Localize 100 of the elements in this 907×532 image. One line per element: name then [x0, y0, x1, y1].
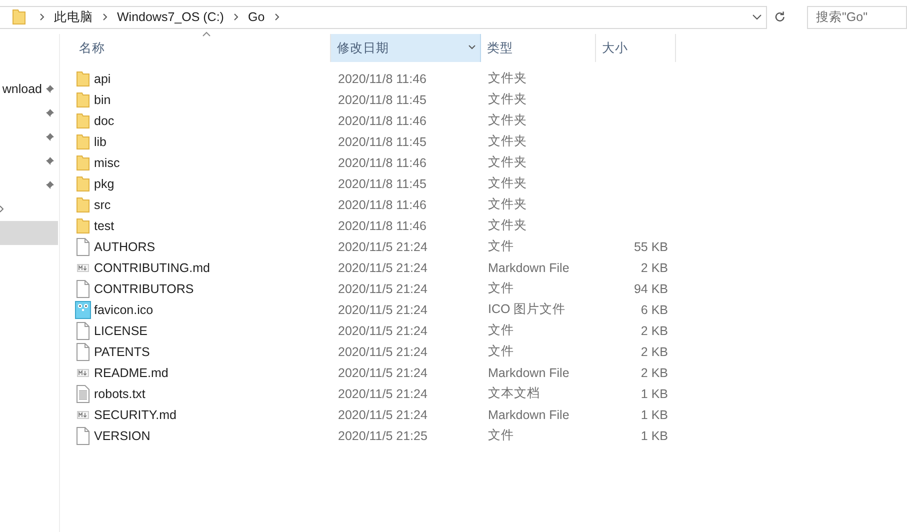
- folder-icon: [76, 112, 90, 128]
- modified-date: 2020/11/5 21:25: [337, 428, 428, 442]
- sort-caret-icon: [202, 31, 210, 37]
- file-size: 1 KB: [640, 386, 669, 400]
- folder-icon: [76, 70, 90, 86]
- file-type: 文件夹: [487, 70, 528, 87]
- modified-date: 2020/11/5 21:24: [337, 240, 428, 254]
- file-type: Markdown File: [487, 260, 570, 274]
- file-name[interactable]: robots.txt: [94, 386, 146, 400]
- modified-date: 2020/11/5 21:24: [337, 302, 428, 316]
- chevron-right-icon[interactable]: [232, 13, 240, 21]
- file-name[interactable]: pkg: [94, 176, 114, 190]
- file-name[interactable]: AUTHORS: [94, 240, 156, 254]
- pin-icon[interactable]: [45, 84, 55, 94]
- pin-icon[interactable]: [45, 132, 55, 142]
- file-size: 6 KB: [640, 302, 669, 316]
- file-name[interactable]: src: [94, 198, 111, 212]
- address-bar[interactable]: 此电脑 Windows7_OS (C:) Go: [0, 6, 768, 28]
- file-size: 2 KB: [640, 260, 669, 274]
- text-file-icon: [76, 384, 90, 402]
- refresh-icon[interactable]: [773, 10, 787, 24]
- file-type: 文本文档: [487, 385, 541, 402]
- modified-date: 2020/11/8 11:46: [337, 114, 428, 128]
- file-icon: [76, 342, 90, 360]
- file-name[interactable]: api: [94, 72, 111, 86]
- file-type: 文件: [487, 280, 515, 297]
- modified-date: 2020/11/8 11:45: [337, 134, 428, 148]
- modified-date: 2020/11/8 11:46: [337, 218, 428, 232]
- file-name[interactable]: test: [94, 218, 114, 232]
- file-name[interactable]: misc: [94, 156, 120, 170]
- folder-icon: [76, 196, 90, 212]
- file-name[interactable]: doc: [94, 114, 114, 128]
- modified-date: 2020/11/8 11:46: [337, 72, 428, 86]
- file-type: 文件夹: [487, 91, 528, 108]
- modified-date: 2020/11/5 21:24: [337, 324, 428, 338]
- file-size: 1 KB: [640, 408, 669, 422]
- sidebar-item[interactable]: wnload: [0, 77, 59, 101]
- file-type: 文件: [487, 238, 515, 255]
- chevron-right-icon[interactable]: [101, 13, 109, 21]
- modified-date: 2020/11/5 21:24: [337, 366, 428, 380]
- file-name[interactable]: lib: [94, 134, 107, 148]
- modified-date: 2020/11/5 21:24: [337, 282, 428, 296]
- modified-date: 2020/11/5 21:24: [337, 408, 428, 422]
- dropdown-chevron-icon[interactable]: [751, 13, 764, 21]
- chevron-right-icon[interactable]: [0, 205, 6, 213]
- markdown-file-icon: [77, 264, 89, 272]
- chevron-right-icon[interactable]: [272, 13, 281, 21]
- column-header[interactable]: 大小: [596, 34, 676, 62]
- file-name[interactable]: README.md: [94, 366, 168, 380]
- dropdown-chevron-icon[interactable]: [468, 44, 476, 50]
- column-header[interactable]: 类型: [481, 34, 596, 62]
- file-type: 文件夹: [487, 217, 528, 234]
- search-field[interactable]: 搜索"Go": [807, 6, 907, 28]
- file-size: 2 KB: [640, 344, 669, 358]
- file-type: 文件夹: [487, 196, 528, 213]
- breadcrumb-segment[interactable]: 此电脑: [50, 8, 97, 26]
- pin-icon[interactable]: [45, 156, 55, 166]
- pin-icon[interactable]: [45, 108, 55, 118]
- breadcrumb-segment[interactable]: Go: [244, 10, 269, 24]
- folder-icon: [76, 92, 90, 108]
- file-type: 文件夹: [487, 133, 528, 150]
- pin-icon[interactable]: [45, 180, 55, 190]
- file-type: 文件夹: [487, 112, 528, 129]
- modified-date: 2020/11/8 11:45: [337, 176, 428, 190]
- file-size: 1 KB: [640, 428, 669, 442]
- file-name[interactable]: VERSION: [94, 428, 150, 442]
- modified-date: 2020/11/8 11:46: [337, 156, 428, 170]
- file-name[interactable]: LICENSE: [94, 324, 148, 338]
- file-type: ICO 图片文件: [487, 301, 567, 318]
- file-icon: [76, 426, 90, 444]
- folder-icon: [12, 9, 26, 25]
- markdown-file-icon: [77, 368, 89, 376]
- file-size: 55 KB: [632, 240, 669, 254]
- file-type: 文件夹: [487, 154, 528, 171]
- chevron-right-icon[interactable]: [38, 13, 46, 21]
- file-type: Markdown File: [487, 366, 570, 380]
- folder-icon: [76, 134, 90, 150]
- file-name[interactable]: PATENTS: [94, 344, 150, 358]
- file-name[interactable]: bin: [94, 92, 111, 106]
- file-icon: [76, 280, 90, 298]
- file-name[interactable]: CONTRIBUTING.md: [94, 260, 210, 274]
- modified-date: 2020/11/5 21:24: [337, 386, 428, 400]
- file-size: 94 KB: [632, 282, 669, 296]
- file-size: 2 KB: [640, 366, 669, 380]
- modified-date: 2020/11/5 21:24: [337, 344, 428, 358]
- modified-date: 2020/11/8 11:46: [337, 198, 428, 212]
- folder-icon: [76, 176, 90, 192]
- folder-icon: [76, 154, 90, 170]
- breadcrumb-segment[interactable]: Windows7_OS (C:): [113, 10, 228, 24]
- file-type: Markdown File: [487, 408, 570, 422]
- file-name[interactable]: favicon.ico: [94, 302, 154, 316]
- file-type: 文件夹: [487, 175, 528, 192]
- file-icon: [76, 322, 90, 340]
- file-name[interactable]: SECURITY.md: [94, 408, 176, 422]
- folder-icon: [76, 218, 90, 234]
- file-type: 文件: [487, 343, 515, 360]
- markdown-file-icon: [77, 410, 89, 418]
- modified-date: 2020/11/5 21:24: [337, 260, 428, 274]
- file-name[interactable]: CONTRIBUTORS: [94, 282, 194, 296]
- column-header[interactable]: 修改日期: [331, 34, 481, 62]
